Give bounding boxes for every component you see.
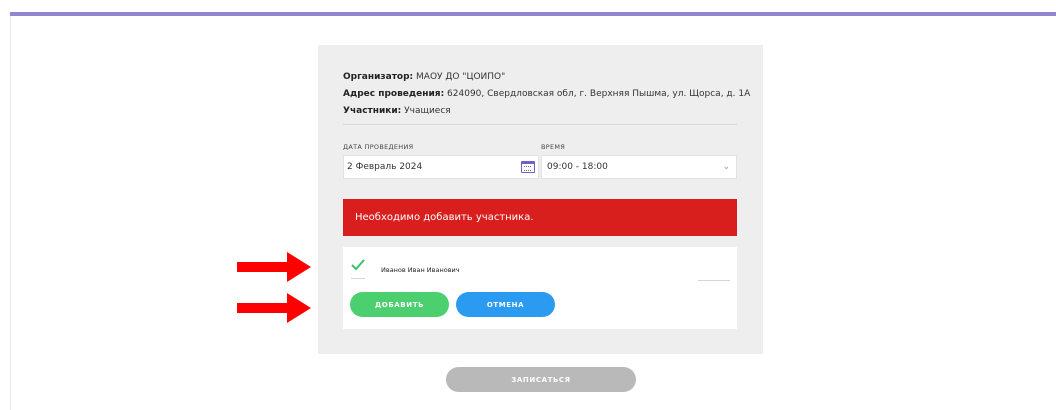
time-label: ВРЕМЯ [541,143,566,151]
member-name: Иванов Иван Иванович [381,266,460,274]
event-info: Организатор: МАОУ ДО "ЦОИПО" Адрес прове… [343,69,750,120]
alert-message: Необходимо добавить участника. [355,212,534,223]
top-bar [0,0,1056,16]
chevron-down-icon: ⌄ [722,162,730,172]
error-alert: Необходимо добавить участника. [343,199,737,236]
address-value: 624090, Свердловская обл, г. Верхняя Пыш… [447,89,751,99]
participants-row: Участники: Учащиеся [343,106,451,116]
cancel-button[interactable]: ОТМЕНА [456,292,555,317]
submit-button[interactable]: ЗАПИСАТЬСЯ [446,367,636,392]
organizer-value: МАОУ ДО "ЦОИПО" [416,72,506,82]
event-registration-card: Организатор: МАОУ ДО "ЦОИПО" Адрес прове… [318,45,763,354]
row-underline [698,280,730,281]
annotation-arrow-icon [237,252,311,282]
participants-value: Учащиеся [404,106,451,116]
date-value: 2 Февраль 2024 [347,162,423,172]
calendar-icon[interactable] [521,161,535,173]
date-label: ДАТА ПРОВЕДЕНИЯ [343,143,414,151]
checkmark-icon[interactable] [351,259,365,271]
checkbox-underline [351,278,365,279]
page-border [10,16,11,410]
annotation-arrow-icon [237,293,311,323]
time-value: 09:00 - 18:00 [547,162,608,172]
accent-line [10,12,1056,16]
organizer-row: Организатор: МАОУ ДО "ЦОИПО" [343,72,506,82]
time-select[interactable]: 09:00 - 18:00 ⌄ [541,155,737,179]
add-member-button[interactable]: ДОБАВИТЬ [350,292,449,317]
divider [343,124,737,125]
members-panel: Иванов Иван Иванович ДОБАВИТЬ ОТМЕНА [343,247,737,329]
address-row: Адрес проведения: 624090, Свердловская о… [343,89,751,99]
date-input[interactable]: 2 Февраль 2024 [343,155,539,179]
